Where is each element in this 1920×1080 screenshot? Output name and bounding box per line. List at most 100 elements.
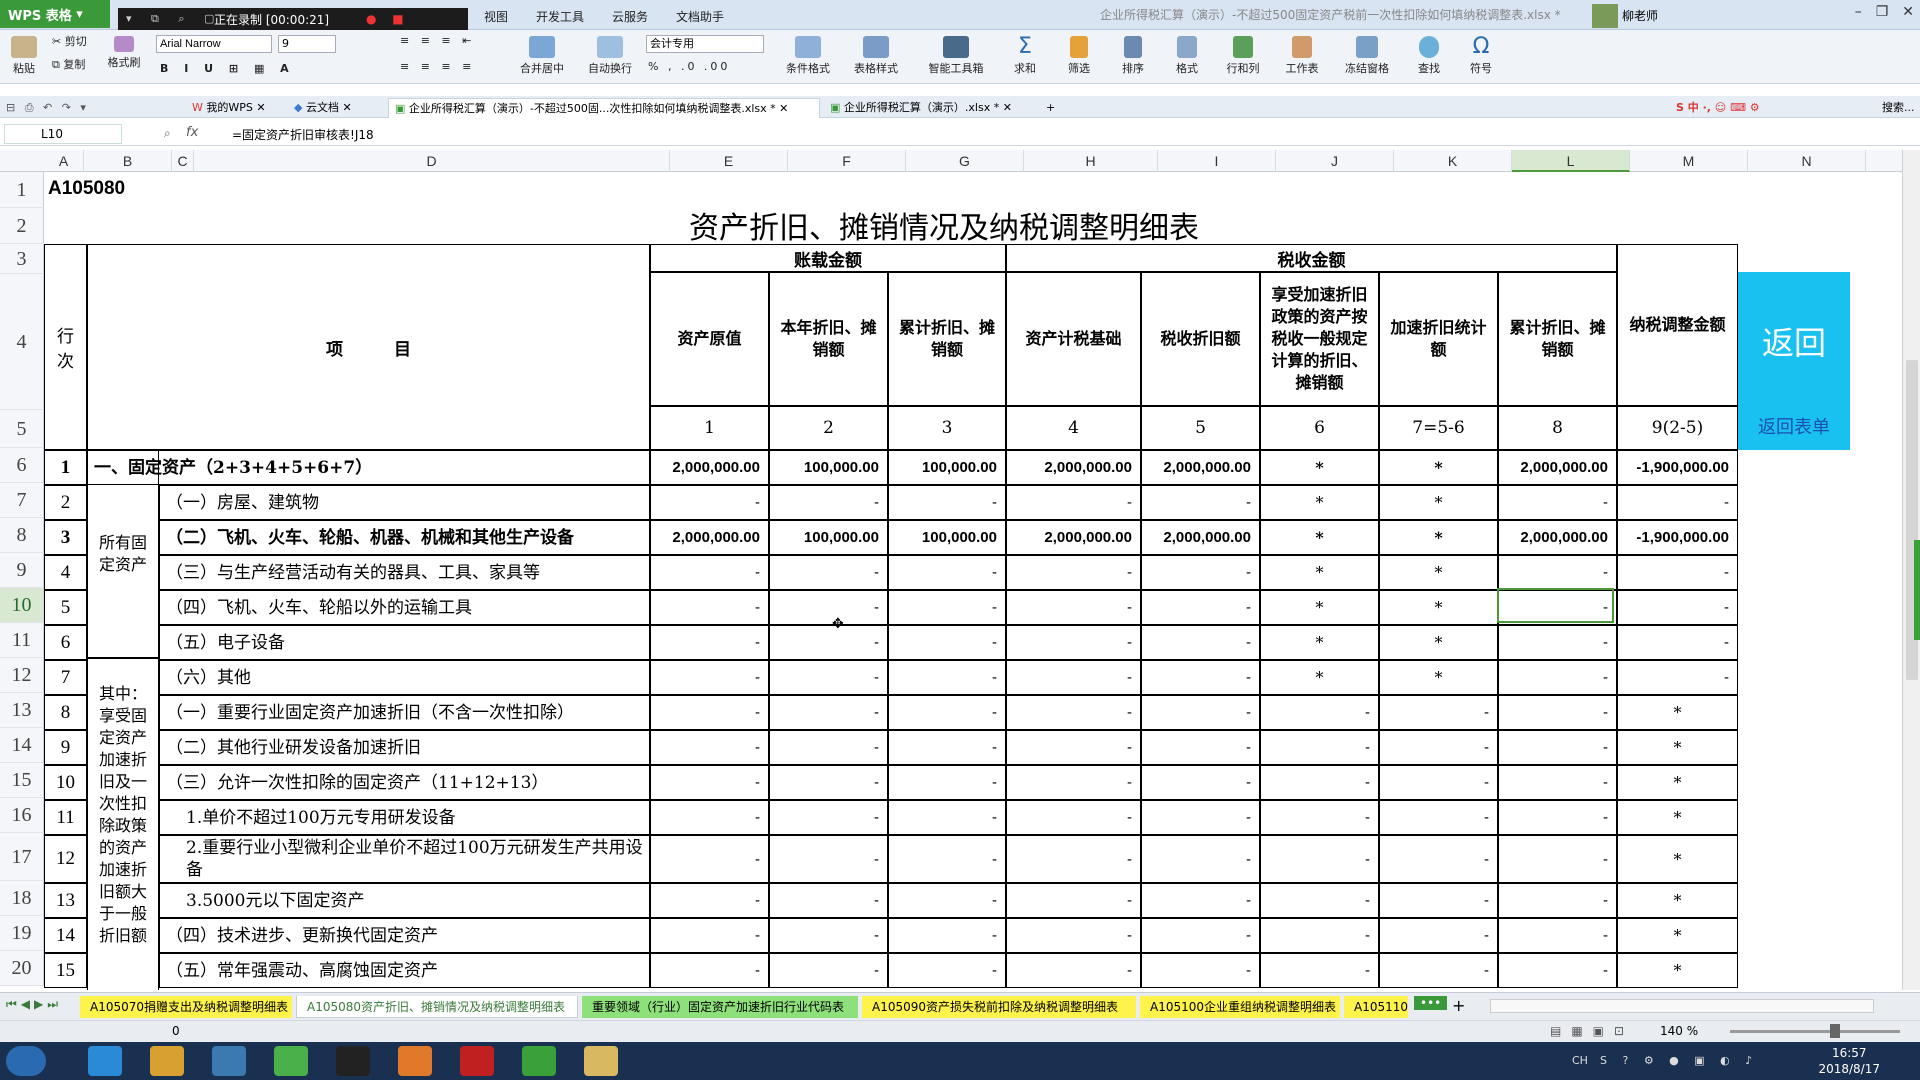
value-cell[interactable]: - <box>1260 765 1379 800</box>
item-cell[interactable]: （一）重要行业固定资产加速折旧（不含一次性扣除） <box>159 695 650 730</box>
name-box[interactable]: L10 <box>4 124 122 144</box>
row-number-cell[interactable]: 14 <box>44 918 87 953</box>
new-tab-button[interactable]: + <box>1040 98 1064 118</box>
value-cell[interactable]: - <box>1260 835 1379 883</box>
merge-center-button[interactable]: 合并居中 <box>510 34 574 76</box>
cut-button[interactable]: ✂ 剪切 <box>52 33 100 49</box>
value-cell[interactable]: 100,000.00 <box>769 520 888 555</box>
ie-icon[interactable] <box>88 1046 122 1076</box>
row-number-cell[interactable]: 15 <box>44 953 87 988</box>
item-cell[interactable]: 1.单价不超过100万元专用研发设备 <box>159 800 650 835</box>
column-header[interactable]: M <box>1630 150 1748 172</box>
value-cell[interactable]: * <box>1617 918 1738 953</box>
paste-button[interactable]: 粘贴 <box>6 34 42 76</box>
value-cell[interactable]: - <box>1498 695 1617 730</box>
value-cell[interactable]: - <box>650 883 769 918</box>
tab-workbook-2[interactable]: ▣ 企业所得税汇算（演示）.xlsx * ✕ <box>824 98 1034 118</box>
value-cell[interactable]: - <box>769 835 888 883</box>
number-format-select[interactable]: 会计专用 <box>646 35 764 53</box>
value-cell[interactable]: - <box>650 835 769 883</box>
value-cell[interactable]: - <box>1498 918 1617 953</box>
sort-button[interactable]: 排序 <box>1108 34 1158 76</box>
value-cell[interactable]: - <box>650 800 769 835</box>
view-mode-icons[interactable]: ▤▦▣⊡ <box>1550 1024 1634 1038</box>
value-cell[interactable]: -1,900,000.00 <box>1617 520 1738 555</box>
menu-item-cloud[interactable]: 云服务 <box>598 8 662 25</box>
item-cell[interactable]: （二）飞机、火车、轮船、机器、机械和其他生产设备 <box>159 520 650 555</box>
value-cell[interactable]: - <box>1260 918 1379 953</box>
wechat-icon[interactable] <box>274 1046 308 1076</box>
value-cell[interactable]: - <box>1260 695 1379 730</box>
item-cell[interactable]: 2.重要行业小型微利企业单价不超过100万元研发生产共用设备 <box>159 835 650 883</box>
spreadsheet-grid[interactable]: A105080 资产折旧、摊销情况及纳税调整明细表 行次 项 目 账载金额 税收… <box>44 172 1894 990</box>
row-number-cell[interactable]: 9 <box>44 730 87 765</box>
value-cell[interactable]: - <box>1617 485 1738 520</box>
value-cell[interactable]: - <box>1006 660 1141 695</box>
sheet-tab[interactable]: A105110政 <box>1344 996 1408 1018</box>
value-cell[interactable]: - <box>888 835 1006 883</box>
value-cell[interactable]: - <box>1006 953 1141 988</box>
value-cell[interactable]: - <box>1498 625 1617 660</box>
value-cell[interactable]: - <box>888 590 1006 625</box>
value-cell[interactable]: - <box>1006 590 1141 625</box>
return-form-link[interactable]: 返回表单 <box>1738 412 1850 440</box>
chrome-icon[interactable] <box>150 1046 184 1076</box>
value-cell[interactable]: - <box>1617 625 1738 660</box>
column-header[interactable]: I <box>1158 150 1276 172</box>
sheet-tab[interactable]: A105100企业重组纳税调整明细表 <box>1140 996 1340 1018</box>
value-cell[interactable]: * <box>1260 485 1379 520</box>
zoom-slider[interactable] <box>1730 1030 1900 1033</box>
freeze-panes-button[interactable]: 冻结窗格 <box>1334 34 1400 76</box>
tab-active-workbook[interactable]: ▣ 企业所得税汇算（演示）-不超过500固...次性扣除如何填纳税调整表.xls… <box>388 98 820 118</box>
item-cell[interactable]: （二）其他行业研发设备加速折旧 <box>159 730 650 765</box>
value-cell[interactable]: - <box>888 765 1006 800</box>
wrap-text-button[interactable]: 自动换行 <box>578 34 642 76</box>
column-header[interactable]: H <box>1024 150 1158 172</box>
formula-input[interactable]: =固定资产折旧审核表!J18 <box>232 126 374 143</box>
worksheet-button[interactable]: 工作表 <box>1274 34 1330 76</box>
value-cell[interactable]: - <box>1260 800 1379 835</box>
value-cell[interactable]: - <box>650 730 769 765</box>
value-cell[interactable]: -1,900,000.00 <box>1617 450 1738 485</box>
value-cell[interactable]: * <box>1617 835 1738 883</box>
column-header[interactable]: A <box>44 150 84 172</box>
value-cell[interactable]: - <box>1260 883 1379 918</box>
close-icon[interactable]: ✕ <box>1902 4 1914 20</box>
add-sheet-button[interactable]: + <box>1452 996 1465 1015</box>
conditional-format-button[interactable]: 条件格式 <box>776 34 840 76</box>
minimize-icon[interactable]: – <box>1855 4 1862 20</box>
value-cell[interactable]: - <box>888 555 1006 590</box>
value-cell[interactable]: * <box>1260 555 1379 590</box>
ime-toolbar[interactable]: S 中 ·, ☺ ⌨ ⚙ <box>1670 98 1880 118</box>
row-header[interactable]: 8 <box>0 518 44 553</box>
item-cell[interactable]: 一、固定资产（2+3+4+5+6+7） <box>87 450 650 485</box>
value-cell[interactable]: * <box>1260 590 1379 625</box>
value-cell[interactable]: * <box>1617 730 1738 765</box>
tab-cloud-docs[interactable]: ◆ 云文档 ✕ <box>288 98 384 118</box>
row-header[interactable]: 3 <box>0 244 44 274</box>
value-cell[interactable]: - <box>769 883 888 918</box>
value-cell[interactable]: * <box>1379 590 1498 625</box>
value-cell[interactable]: - <box>650 625 769 660</box>
value-cell[interactable]: - <box>888 695 1006 730</box>
sum-button[interactable]: Σ 求和 <box>1000 34 1050 76</box>
row-number-cell[interactable]: 8 <box>44 695 87 730</box>
value-cell[interactable]: - <box>1006 485 1141 520</box>
value-cell[interactable]: - <box>1141 953 1260 988</box>
value-cell[interactable]: - <box>1141 625 1260 660</box>
value-cell[interactable]: - <box>888 918 1006 953</box>
tab-my-wps[interactable]: W 我的WPS ✕ <box>186 98 284 118</box>
item-cell[interactable]: （三）允许一次性扣除的固定资产（11+12+13） <box>159 765 650 800</box>
column-header[interactable]: L <box>1512 150 1630 172</box>
table-style-button[interactable]: 表格样式 <box>844 34 908 76</box>
value-cell[interactable]: - <box>650 660 769 695</box>
item-cell[interactable]: 3.5000元以下固定资产 <box>159 883 650 918</box>
align-buttons[interactable]: ≡ ≡ ≡ ⇤ <box>400 34 490 47</box>
sheet-tab[interactable]: A105090资产损失税前扣除及纳税调整明细表 <box>862 996 1136 1018</box>
avatar[interactable] <box>1592 4 1618 28</box>
value-cell[interactable]: - <box>1498 953 1617 988</box>
value-cell[interactable]: - <box>769 555 888 590</box>
column-header[interactable]: N <box>1748 150 1866 172</box>
value-cell[interactable]: * <box>1260 450 1379 485</box>
smart-tools-button[interactable]: 智能工具箱 <box>918 34 994 76</box>
